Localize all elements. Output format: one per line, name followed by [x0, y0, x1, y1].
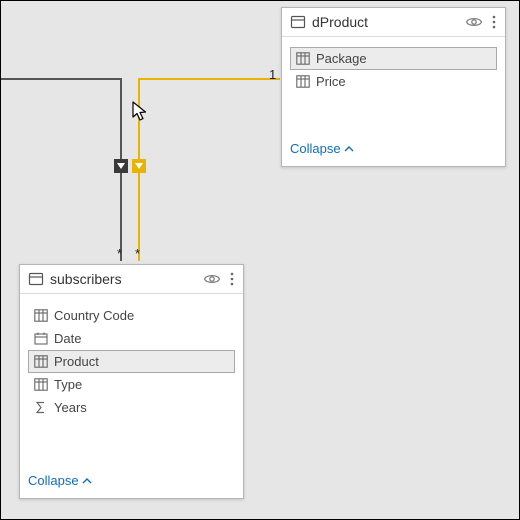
table-icon [28, 271, 44, 287]
field-row-date[interactable]: Date [28, 327, 235, 350]
field-row-country-code[interactable]: Country Code [28, 304, 235, 327]
field-row-years[interactable]: Years [28, 396, 235, 419]
table-card-header[interactable]: subscribers [20, 265, 243, 293]
table-icon [290, 14, 306, 30]
table-card-header[interactable]: dProduct [282, 8, 505, 36]
chevron-up-icon [344, 142, 354, 156]
more-options-icon[interactable] [229, 271, 235, 287]
table-title: dProduct [312, 14, 459, 30]
collapse-row: Collapse [20, 463, 243, 498]
mouse-cursor-icon [132, 101, 150, 126]
field-row-price[interactable]: Price [290, 70, 497, 93]
field-row-package[interactable]: Package [290, 47, 497, 70]
chevron-up-icon [82, 474, 92, 488]
field-row-type[interactable]: Type [28, 373, 235, 396]
more-options-icon[interactable] [491, 14, 497, 30]
relationship-line-active[interactable] [138, 78, 280, 80]
column-icon [33, 378, 48, 391]
visibility-icon[interactable] [203, 272, 221, 286]
column-icon [33, 355, 48, 368]
field-list: Country Code Date [20, 304, 243, 463]
field-label: Product [54, 354, 99, 369]
field-label: Package [316, 51, 367, 66]
field-label: Price [316, 74, 346, 89]
field-label: Type [54, 377, 82, 392]
table-title: subscribers [50, 271, 197, 287]
divider [282, 36, 505, 37]
field-label: Date [54, 331, 81, 346]
cardinality-many: * [117, 246, 122, 261]
filter-direction-icon [132, 159, 146, 173]
calendar-icon [33, 332, 48, 345]
filter-direction-icon [114, 159, 128, 173]
field-list: Package Price [282, 47, 505, 131]
field-label: Years [54, 400, 87, 415]
table-card-dproduct[interactable]: dProduct Package [281, 7, 506, 167]
table-card-subscribers[interactable]: subscribers Country Code [19, 264, 244, 499]
column-icon [33, 309, 48, 322]
cardinality-many: * [135, 246, 140, 261]
cardinality-one: 1 [269, 67, 276, 82]
field-row-product[interactable]: Product [28, 350, 235, 373]
collapse-link[interactable]: Collapse [28, 473, 92, 488]
column-icon [295, 75, 310, 88]
column-icon [295, 52, 310, 65]
collapse-row: Collapse [282, 131, 505, 166]
relationship-line[interactable] [1, 78, 121, 80]
visibility-icon[interactable] [465, 15, 483, 29]
field-label: Country Code [54, 308, 134, 323]
collapse-link[interactable]: Collapse [290, 141, 354, 156]
collapse-label: Collapse [290, 141, 341, 156]
collapse-label: Collapse [28, 473, 79, 488]
sum-icon [33, 401, 48, 414]
divider [20, 293, 243, 294]
